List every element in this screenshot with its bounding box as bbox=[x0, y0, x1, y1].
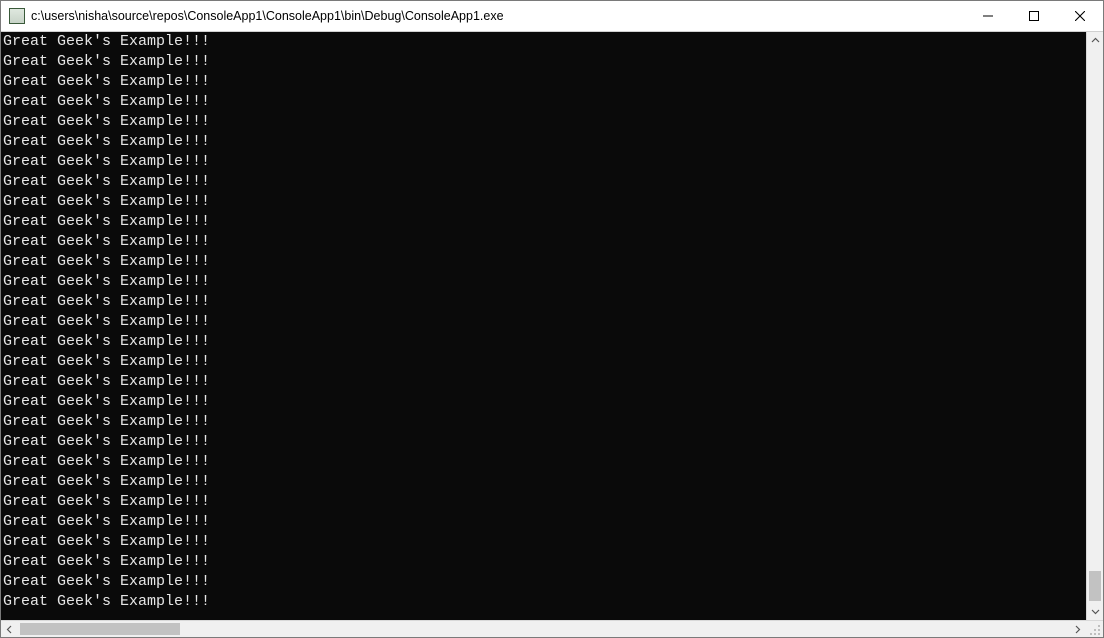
console-output[interactable]: Great Geek's Example!!! Great Geek's Exa… bbox=[1, 32, 1086, 620]
horizontal-scrollbar-thumb[interactable] bbox=[20, 623, 180, 635]
maximize-icon bbox=[1029, 11, 1039, 21]
minimize-icon bbox=[983, 11, 993, 21]
scroll-up-button[interactable] bbox=[1087, 32, 1103, 49]
titlebar[interactable]: c:\users\nisha\source\repos\ConsoleApp1\… bbox=[1, 1, 1103, 32]
window-controls bbox=[965, 1, 1103, 31]
resize-grip-icon bbox=[1089, 624, 1101, 636]
console-window: c:\users\nisha\source\repos\ConsoleApp1\… bbox=[0, 0, 1104, 638]
vertical-scrollbar-thumb[interactable] bbox=[1089, 571, 1101, 601]
scroll-left-button[interactable] bbox=[1, 621, 18, 637]
scroll-down-button[interactable] bbox=[1087, 603, 1103, 620]
horizontal-scrollbar-track[interactable] bbox=[18, 621, 1069, 637]
window-title: c:\users\nisha\source\repos\ConsoleApp1\… bbox=[31, 9, 504, 23]
chevron-right-icon bbox=[1073, 625, 1082, 634]
client-area: Great Geek's Example!!! Great Geek's Exa… bbox=[1, 32, 1103, 637]
chevron-left-icon bbox=[5, 625, 14, 634]
maximize-button[interactable] bbox=[1011, 1, 1057, 31]
close-icon bbox=[1075, 11, 1085, 21]
resize-grip[interactable] bbox=[1086, 621, 1103, 637]
app-icon bbox=[9, 8, 25, 24]
chevron-up-icon bbox=[1091, 36, 1100, 45]
close-button[interactable] bbox=[1057, 1, 1103, 31]
chevron-down-icon bbox=[1091, 607, 1100, 616]
scroll-right-button[interactable] bbox=[1069, 621, 1086, 637]
vertical-scrollbar[interactable] bbox=[1086, 32, 1103, 620]
horizontal-scrollbar[interactable] bbox=[1, 620, 1103, 637]
minimize-button[interactable] bbox=[965, 1, 1011, 31]
